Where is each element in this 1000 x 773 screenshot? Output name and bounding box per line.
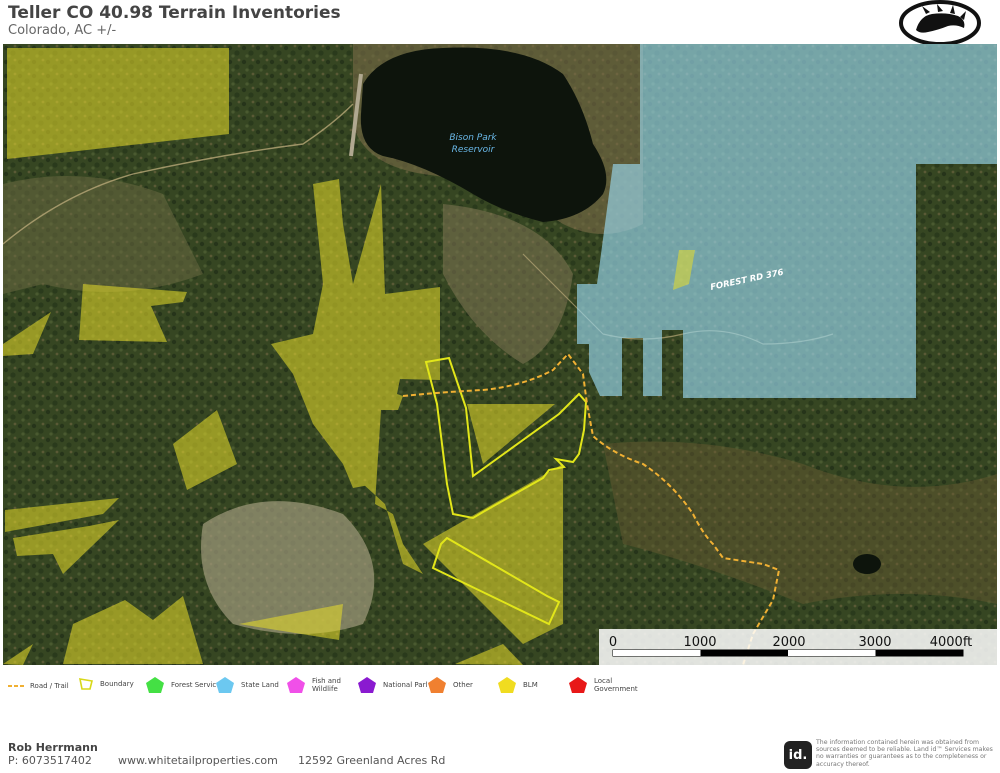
agent-address: 12592 Greenland Acres Rd — [298, 754, 446, 767]
legend-item-blm: BLM — [497, 676, 538, 694]
boundary-outline-icon — [78, 678, 93, 690]
pond — [853, 554, 881, 574]
satellite-map[interactable]: Bison Park Reservoir FOREST RD 376 0 100… — [3, 44, 997, 665]
dashed-line-icon — [8, 685, 24, 687]
reservoir-label-line2: Reservoir — [452, 145, 496, 155]
pentagon-icon — [428, 677, 446, 693]
pentagon-icon — [358, 677, 376, 693]
meadow-area — [201, 501, 375, 634]
scale-tick-label: 2000 — [772, 635, 805, 650]
agent-name: Rob Herrmann — [8, 741, 98, 754]
paw-print-icon — [899, 0, 981, 46]
pentagon-icon — [216, 677, 234, 693]
scale-tick-label: 1000 — [683, 635, 716, 650]
legend-item-fish-wildlife: Fish and Wildlife — [286, 676, 346, 694]
scale-tick-label: 0 — [609, 635, 617, 650]
pentagon-icon — [498, 677, 516, 693]
pentagon-icon — [287, 677, 305, 693]
legend-item-local-government: Local Government — [568, 676, 638, 694]
map-legend: Road / Trail Boundary Forest Servic Stat… — [0, 672, 1000, 712]
legend-item-boundary: Boundary — [78, 676, 134, 692]
pentagon-icon — [146, 677, 164, 693]
agent-phone[interactable]: P: 6073517402 — [8, 754, 92, 767]
legend-item-road-trail: Road / Trail — [8, 682, 69, 690]
land-id-logo: id. — [784, 741, 812, 769]
map-subtitle: Colorado, AC +/- — [8, 23, 117, 38]
scale-tick-label: 4000ft — [930, 635, 973, 650]
reservoir-label: Bison Park — [449, 133, 497, 143]
legend-item-national-park: National Parl — [357, 676, 427, 694]
scale-tick-label: 3000 — [858, 635, 891, 650]
scale-bar: 0 1000 2000 3000 4000ft — [599, 629, 997, 665]
pentagon-icon — [569, 677, 587, 693]
agent-website[interactable]: www.whitetailproperties.com — [118, 754, 278, 767]
legend-item-other: Other — [427, 676, 473, 694]
legend-item-state-land: State Land — [215, 676, 279, 694]
legend-item-forest-service: Forest Servic — [145, 676, 216, 694]
map-title: Teller CO 40.98 Terrain Inventories — [8, 3, 341, 23]
disclaimer-text: The information contained herein was obt… — [816, 739, 993, 768]
